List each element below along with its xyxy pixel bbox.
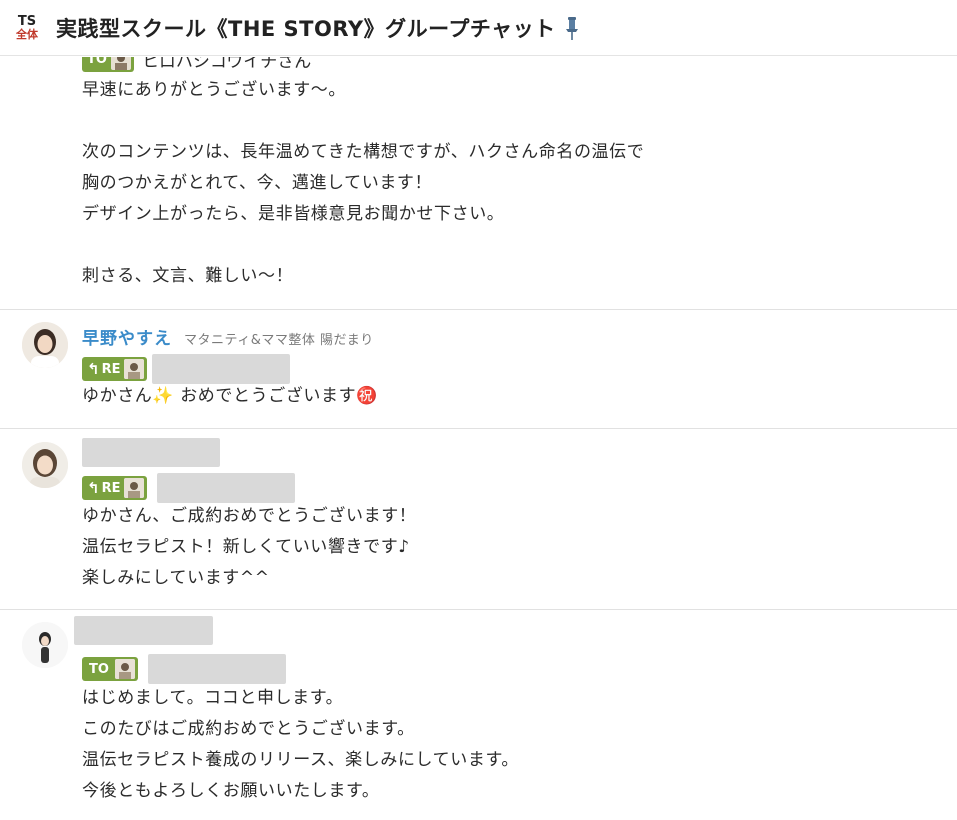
- message-line: はじめまして。ココと申します。: [82, 688, 344, 708]
- reply-tag[interactable]: ↰ RE: [82, 476, 148, 500]
- redacted-sender-name: [82, 438, 220, 467]
- reply-tag[interactable]: ↰ RE: [82, 357, 148, 381]
- room-icon-sublabel: 全体: [16, 28, 38, 41]
- message-line: 温伝セラピスト！新しくていい響きです♪: [82, 537, 410, 557]
- room-title: 実践型スクール《THE STORY》グループチャット: [56, 16, 556, 41]
- to-tag-row: TO: [82, 654, 286, 684]
- redacted-recipient-name: [157, 473, 296, 503]
- reply-arrow-icon: ↰: [87, 479, 100, 497]
- sender-name[interactable]: 早野やすえ: [82, 324, 172, 349]
- avatar[interactable]: [22, 622, 68, 668]
- message-timeline[interactable]: TO ヒロハシコウイチさん 早速にありがとうございます〜。 次のコンテンツは、長…: [0, 57, 957, 820]
- message-body: ゆかさん、ご成約おめでとうございます！ 温伝セラピスト！新しくていい響きです♪ …: [82, 501, 942, 594]
- message-line: 早速にありがとうございます〜。: [82, 80, 346, 100]
- message-item: ↰ RE ゆかさん、ご成約おめでとうございます！ 温伝セラピスト！新しくていい響…: [0, 429, 957, 610]
- to-tag[interactable]: TO: [82, 57, 134, 72]
- to-tag-label: TO: [87, 57, 107, 67]
- avatar[interactable]: [22, 322, 68, 368]
- message-text-segment: ゆかさん: [82, 386, 153, 406]
- message-body: ゆかさん✨ おめでとうございます㊗️: [82, 381, 942, 412]
- sender-organization: マタニティ&ママ整体 陽だまり: [184, 333, 374, 348]
- message-line: ゆかさん、ご成約おめでとうございます！: [82, 506, 417, 526]
- message-line: このたびはご成約おめでとうございます。: [82, 719, 415, 739]
- reply-tag-label: RE: [101, 480, 121, 496]
- redacted-recipient-name: [152, 354, 291, 384]
- message-text-segment: おめでとうございます㊗️: [174, 386, 378, 406]
- message-item: TO はじめまして。ココと申します。 このたびはご成約おめでとうございます。 温…: [0, 610, 957, 820]
- message-line: 温伝セラピスト養成のリリース、楽しみにしています。: [82, 750, 519, 770]
- message-body: 早速にありがとうございます〜。 次のコンテンツは、長年温めてきた構想ですが、ハク…: [82, 75, 942, 292]
- to-tag-avatar: [114, 659, 135, 679]
- message-line: 胸のつかえがとれて、今、邁進しています！: [82, 173, 433, 193]
- to-tag-avatar: [110, 57, 131, 70]
- message-item: 早野やすえ マタニティ&ママ整体 陽だまり ↰ RE ゆかさん✨ おめでとうござ…: [0, 310, 957, 429]
- message-line: 次のコンテンツは、長年温めてきた構想ですが、ハクさん命名の温伝で: [82, 142, 645, 162]
- to-tag-row: TO ヒロハシコウイチさん: [82, 57, 311, 72]
- message-line: 今後ともよろしくお願いいたします。: [82, 781, 380, 801]
- reply-tag-avatar: [124, 478, 145, 498]
- message-line: [82, 230, 942, 261]
- message-line: デザイン上がったら、是非皆様意見お聞かせ下さい。: [82, 204, 505, 224]
- reply-tag-row: ↰ RE: [82, 354, 291, 384]
- sender-row: 早野やすえ マタニティ&ママ整体 陽だまり: [82, 324, 374, 349]
- avatar[interactable]: [22, 442, 68, 488]
- message-line: 刺さる、文言、難しい〜！: [82, 266, 294, 286]
- pin-icon[interactable]: [564, 15, 580, 41]
- message-item: TO ヒロハシコウイチさん 早速にありがとうございます〜。 次のコンテンツは、長…: [0, 57, 957, 310]
- redacted-recipient-name: [147, 654, 286, 684]
- reply-tag-avatar: [124, 359, 145, 379]
- message-body: はじめまして。ココと申します。 このたびはご成約おめでとうございます。 温伝セラ…: [82, 683, 942, 807]
- message-line: 楽しみにしています^^: [82, 568, 270, 588]
- room-header: TS 全体 実践型スクール《THE STORY》グループチャット: [0, 0, 957, 56]
- message-line: [82, 106, 942, 137]
- room-icon[interactable]: TS 全体: [12, 11, 42, 45]
- reply-tag-row: ↰ RE: [82, 473, 296, 503]
- redacted-sender-name: [74, 616, 213, 645]
- room-icon-label: TS: [17, 14, 37, 29]
- reply-tag-label: RE: [101, 361, 121, 377]
- message-line: ゆかさん✨ おめでとうございます㊗️: [82, 381, 942, 412]
- to-tag[interactable]: TO: [82, 657, 138, 681]
- reply-arrow-icon: ↰: [87, 360, 100, 378]
- to-recipient-name: ヒロハシコウイチさん: [141, 57, 312, 72]
- to-tag-label: TO: [89, 661, 109, 677]
- sparkle-icon: ✨: [152, 386, 175, 406]
